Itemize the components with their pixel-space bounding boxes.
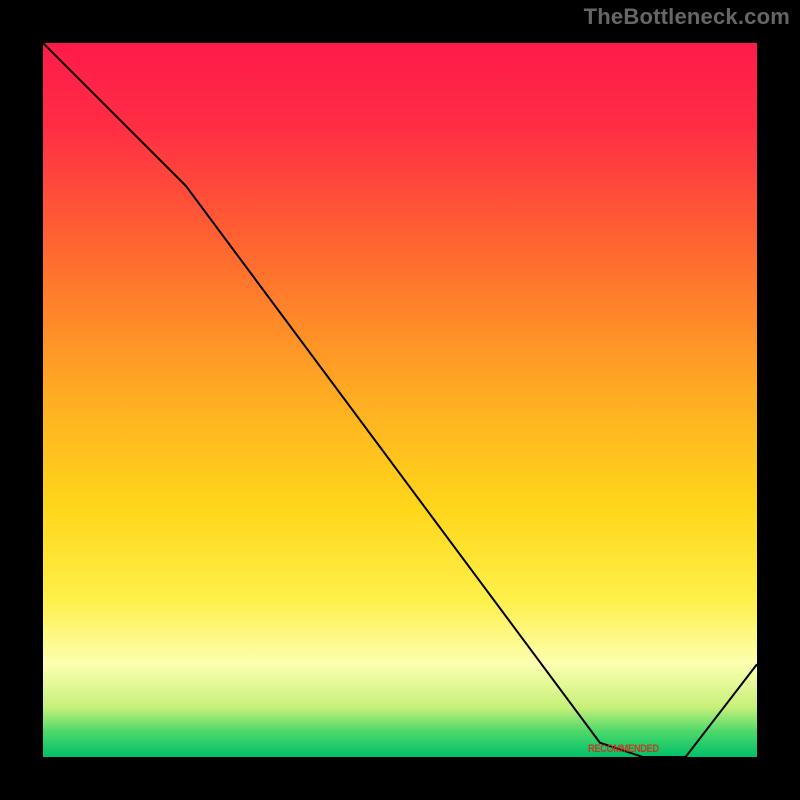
bottleneck-curve-path xyxy=(43,43,757,757)
plot-frame: RECOMMENDED xyxy=(39,39,761,761)
bottleneck-curve-svg xyxy=(43,43,757,757)
attribution-label: TheBottleneck.com xyxy=(584,4,790,30)
min-region-label: RECOMMENDED xyxy=(588,743,659,755)
plot-area: RECOMMENDED xyxy=(43,43,757,757)
